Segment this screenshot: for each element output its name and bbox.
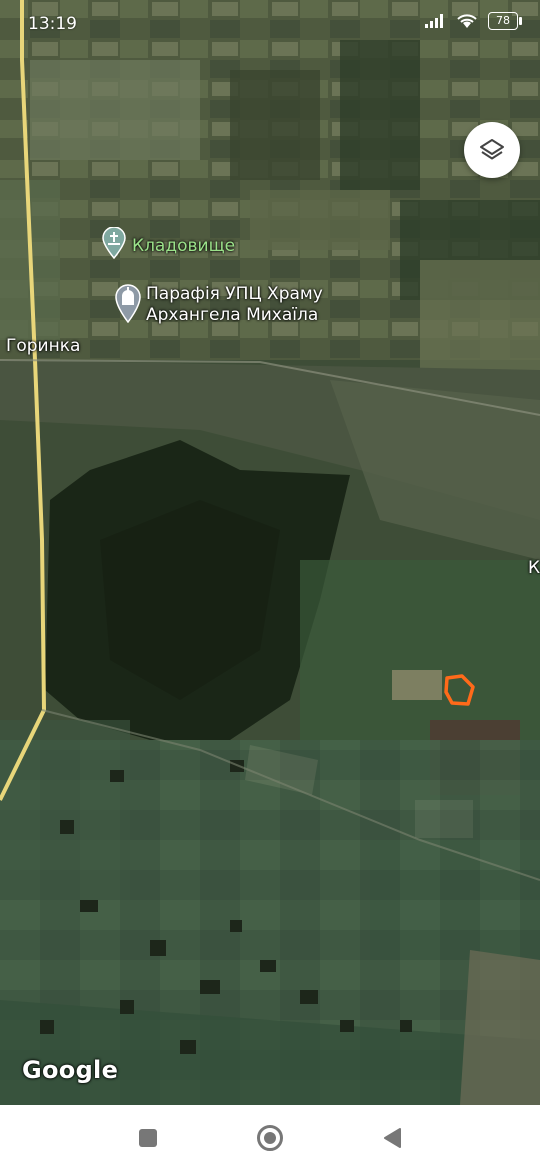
cemetery-label[interactable]: Кладовище (132, 236, 235, 256)
edge-place-label[interactable]: К (528, 558, 540, 579)
recents-square-icon (139, 1129, 157, 1147)
wifi-icon (457, 14, 477, 28)
battery-icon: 78 (488, 12, 522, 30)
google-attribution: Google (22, 1056, 119, 1084)
layers-icon (480, 139, 504, 160)
status-bar: 13:19 78 (0, 0, 540, 48)
satellite-map[interactable] (0, 0, 540, 1105)
satellite-imagery (0, 0, 540, 1105)
clock: 13:19 (28, 14, 77, 34)
back-triangle-icon (384, 1128, 401, 1148)
village-label[interactable]: Горинка (6, 336, 80, 357)
home-button[interactable] (255, 1123, 285, 1153)
church-pin-icon[interactable] (114, 283, 142, 323)
signal-icon (425, 14, 443, 28)
navigation-bar (0, 1105, 540, 1170)
home-circle-icon (257, 1125, 283, 1151)
recents-button[interactable] (133, 1123, 163, 1153)
church-label-line2: Архангела Михаїла (146, 305, 319, 325)
church-label[interactable]: Парафія УПЦ Храму Архангела Михаїла (146, 284, 323, 326)
system-icons: 78 (424, 12, 522, 30)
back-button[interactable] (377, 1123, 407, 1153)
layers-button[interactable] (464, 122, 520, 178)
church-label-line1: Парафія УПЦ Храму (146, 284, 323, 304)
cemetery-pin-icon[interactable] (101, 227, 127, 259)
